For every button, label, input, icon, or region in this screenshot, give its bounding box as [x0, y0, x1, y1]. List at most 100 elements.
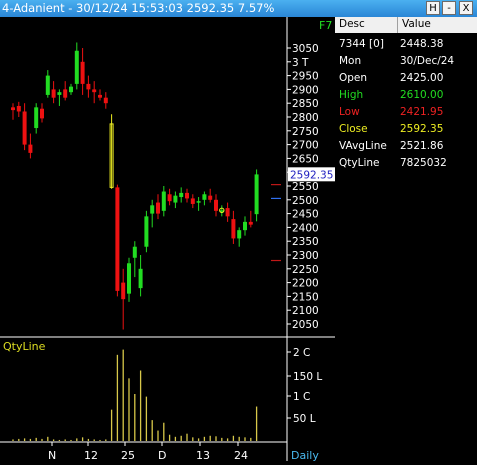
candle-body — [98, 94, 102, 98]
minimize-button[interactable]: - — [442, 1, 456, 15]
candle-body — [225, 208, 230, 217]
candle-body — [63, 89, 68, 98]
candle-body — [22, 111, 27, 145]
candle-body — [196, 201, 201, 203]
data-panel: Desc Value 7344 [0] 2448.38 Mon 30/Dec/24 Op… — [335, 17, 477, 465]
price-axis-label: 2400 — [292, 222, 319, 234]
price-axis-label: 2350 — [292, 236, 319, 248]
candle-body — [34, 107, 39, 129]
panel-row: QtyLine 7825032 — [335, 155, 477, 172]
value-column-header[interactable]: Value — [398, 17, 477, 33]
candle-body — [167, 194, 172, 202]
panel-header: Desc Value — [335, 17, 477, 33]
candle-body — [92, 89, 97, 93]
candle-body — [80, 61, 85, 84]
panel-row: Open 2425.00 — [335, 70, 477, 87]
price-axis-label: 2750 — [292, 126, 319, 138]
close-button[interactable]: X — [459, 1, 473, 15]
volume-axis-label: 2 C — [293, 347, 310, 359]
candle-body — [202, 194, 207, 200]
panel-row-desc: Close — [339, 123, 368, 135]
panel-row-desc: Mon — [339, 55, 362, 67]
panel-row-value: 30/Dec/24 — [400, 55, 455, 67]
panel-row-desc: High — [339, 89, 364, 101]
time-axis-label: D — [158, 449, 166, 461]
candle-body — [127, 263, 131, 294]
chart-area[interactable]: F730503 T2950290028502800275027002650260… — [0, 17, 335, 461]
candle-body — [156, 202, 160, 214]
candle-body — [138, 268, 143, 289]
candle-body — [51, 89, 56, 98]
candle-body — [243, 221, 247, 231]
candle-body — [74, 50, 79, 84]
candle-body — [16, 105, 21, 112]
panel-row-value: 2425.00 — [400, 72, 444, 84]
panel-row: High 2610.00 — [335, 87, 477, 104]
price-axis-label: 2550 — [292, 181, 319, 193]
panel-row-desc: 7344 [0] — [339, 38, 384, 50]
candle-body — [190, 198, 195, 204]
panel-row: Mon 30/Dec/24 — [335, 53, 477, 70]
price-axis-label: 2150 — [292, 291, 319, 303]
panel-row-value: 7825032 — [400, 157, 447, 169]
panel-row: 7344 [0] 2448.38 — [335, 36, 477, 53]
panel-row-desc: Low — [339, 106, 360, 118]
price-axis-label: 2650 — [292, 153, 319, 165]
candle-body — [28, 144, 33, 153]
panel-row-value: 2448.38 — [400, 38, 444, 50]
panel-row-desc: Open — [339, 72, 368, 84]
price-axis-label: 2050 — [292, 319, 319, 331]
volume-axis-label: 50 L — [293, 413, 316, 425]
volume-panel-label: QtyLine — [3, 340, 46, 353]
candle-body — [69, 86, 73, 93]
help-button[interactable]: H — [426, 1, 440, 15]
candle-body — [231, 219, 236, 239]
title-bar: 4-Adanient - 30/12/24 15:53:03 2592.35 7… — [0, 0, 477, 17]
candlestick-chart[interactable]: F730503 T2950290028502800275027002650260… — [0, 17, 335, 461]
price-axis-label: 2700 — [292, 140, 319, 152]
candle-body — [115, 187, 120, 291]
bottom-border — [0, 461, 477, 465]
candle-body — [237, 230, 242, 239]
candle-body — [254, 174, 259, 215]
candle-body — [121, 282, 126, 300]
candle-body — [132, 246, 137, 258]
desc-column-header[interactable]: Desc — [335, 17, 398, 33]
panel-row-value: 2421.95 — [400, 106, 444, 118]
candle-body — [150, 205, 155, 214]
panel-row: Close 2592.35 — [335, 121, 477, 138]
price-axis-label: 3050 — [292, 43, 319, 55]
candle-body — [185, 192, 189, 199]
panel-row-desc: VAvgLine — [339, 140, 387, 152]
candle-body — [173, 195, 178, 203]
candle-body — [86, 83, 91, 90]
price-axis-label: 2200 — [292, 278, 319, 290]
panel-row-value: 2592.35 — [400, 123, 444, 135]
price-axis-label: 2900 — [292, 84, 319, 96]
price-axis-label: 2500 — [292, 195, 319, 207]
panel-row: Low 2421.95 — [335, 104, 477, 121]
panel-row-desc: QtyLine — [339, 157, 380, 169]
price-axis-label: 3 T — [292, 57, 309, 69]
current-price-label: 2592.35 — [290, 169, 333, 181]
candle-body — [11, 107, 15, 111]
time-axis-label: 12 — [84, 449, 98, 461]
volume-axis-label: 150 L — [293, 371, 322, 383]
candle-body — [40, 108, 44, 119]
candle-body — [45, 75, 50, 95]
time-axis-label: 24 — [234, 449, 248, 461]
price-axis-label: 2850 — [292, 98, 319, 110]
panel-row: VAvgLine 2521.86 — [335, 138, 477, 155]
price-axis-label: 2800 — [292, 112, 319, 124]
candle-body — [161, 191, 166, 211]
candle-body — [57, 92, 62, 95]
time-axis-label: N — [48, 449, 56, 461]
window-title: 4-Adanient - 30/12/24 15:53:03 2592.35 7… — [2, 1, 275, 15]
volume-axis-label: 1 C — [293, 391, 310, 403]
candle-body — [214, 199, 218, 211]
time-axis-label: 13 — [196, 449, 210, 461]
candle-body — [144, 216, 149, 247]
candle-body — [248, 221, 253, 225]
time-axis-label: 25 — [121, 449, 135, 461]
price-axis-label: 2250 — [292, 264, 319, 276]
